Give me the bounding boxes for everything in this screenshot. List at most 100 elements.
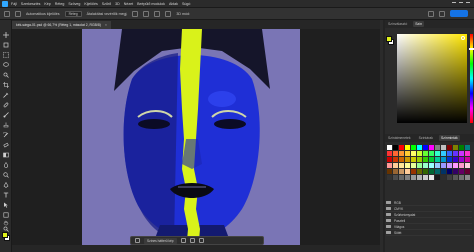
color-swatch[interactable] xyxy=(453,157,458,162)
color-swatch[interactable] xyxy=(417,175,422,180)
color-picker-marker[interactable] xyxy=(461,36,465,40)
panel-foreground-swatch[interactable] xyxy=(386,36,392,42)
auto-select-label[interactable]: Automatikus kijelölés xyxy=(26,12,60,16)
color-swatch[interactable] xyxy=(393,151,398,156)
align-left-icon[interactable] xyxy=(132,10,139,17)
color-swatch[interactable] xyxy=(423,163,428,168)
brush-tool-icon[interactable] xyxy=(3,112,9,118)
color-swatch[interactable] xyxy=(465,157,470,162)
color-swatch[interactable] xyxy=(387,157,392,162)
color-swatch[interactable] xyxy=(441,157,446,162)
healing-brush-icon[interactable] xyxy=(3,102,9,108)
color-swatch[interactable] xyxy=(459,157,464,162)
auto-select-dropdown[interactable]: Réteg xyxy=(64,10,82,17)
foreground-color-swatch[interactable] xyxy=(2,232,8,238)
type-tool-icon[interactable] xyxy=(3,192,9,198)
adjust-icon[interactable] xyxy=(189,238,195,243)
color-swatch[interactable] xyxy=(465,145,470,150)
photoshop-logo-icon[interactable] xyxy=(2,0,8,7)
menu-type[interactable]: Szöveg xyxy=(68,2,80,6)
transform-controls-label[interactable]: Átalakítási vezérlők megj. xyxy=(87,12,128,16)
more-options-icon[interactable] xyxy=(165,10,172,17)
pen-tool-icon[interactable] xyxy=(3,182,9,188)
color-swatch[interactable] xyxy=(465,151,470,156)
color-swatch[interactable] xyxy=(393,157,398,162)
color-swatch[interactable] xyxy=(399,145,404,150)
color-swatch[interactable] xyxy=(423,169,428,174)
more-icon[interactable] xyxy=(198,238,204,243)
color-swatch[interactable] xyxy=(399,157,404,162)
color-swatch[interactable] xyxy=(387,163,392,168)
eyedropper-tool-icon[interactable] xyxy=(3,92,9,98)
menu-edit[interactable]: Szerkesztés xyxy=(21,2,41,6)
menu-plugins[interactable]: Beépülő modulok xyxy=(137,2,165,6)
color-swatch[interactable] xyxy=(459,151,464,156)
color-swatch[interactable] xyxy=(405,163,410,168)
share-button[interactable] xyxy=(450,10,468,17)
color-swatch[interactable] xyxy=(387,169,392,174)
menu-window[interactable]: Ablak xyxy=(169,2,178,6)
color-swatch[interactable] xyxy=(453,175,458,180)
tab-color[interactable]: Szín xyxy=(413,21,425,27)
color-swatch[interactable] xyxy=(435,163,440,168)
color-saturation-field[interactable] xyxy=(397,34,467,123)
menu-filter[interactable]: Szűrő xyxy=(102,2,111,6)
color-swatch[interactable] xyxy=(393,169,398,174)
color-swatch[interactable] xyxy=(447,175,452,180)
color-swatch[interactable] xyxy=(417,169,422,174)
color-swatch[interactable] xyxy=(399,163,404,168)
close-window-icon[interactable] xyxy=(466,1,470,6)
color-swatch[interactable] xyxy=(459,145,464,150)
color-swatch[interactable] xyxy=(393,145,398,150)
folder-row[interactable]: Sötét xyxy=(386,230,472,236)
eraser-tool-icon[interactable] xyxy=(3,142,9,148)
color-swatch[interactable] xyxy=(429,145,434,150)
search-icon[interactable] xyxy=(428,10,434,17)
align-center-icon[interactable] xyxy=(143,10,150,17)
blur-tool-icon[interactable] xyxy=(3,162,9,168)
mask-icon[interactable] xyxy=(180,238,186,243)
artboard-tool-icon[interactable] xyxy=(3,42,9,48)
quick-select-tool-icon[interactable] xyxy=(3,72,9,78)
color-swatch[interactable] xyxy=(411,157,416,162)
move-tool-icon[interactable] xyxy=(3,32,9,38)
color-swatch[interactable] xyxy=(453,145,458,150)
color-swatch[interactable] xyxy=(417,163,422,168)
color-swatch[interactable] xyxy=(405,175,410,180)
color-swatch[interactable] xyxy=(447,151,452,156)
color-swatch[interactable] xyxy=(405,151,410,156)
color-swatch[interactable] xyxy=(405,169,410,174)
document-tab[interactable]: kék-sárga-01.psd @ 66,7% (Réteg 1, másol… xyxy=(12,21,111,29)
dodge-tool-icon[interactable] xyxy=(3,172,9,178)
color-swatch[interactable] xyxy=(411,151,416,156)
move-tool-preset-icon[interactable] xyxy=(15,10,21,17)
color-swatch[interactable] xyxy=(465,169,470,174)
color-swatch[interactable] xyxy=(387,145,392,150)
color-swatch[interactable] xyxy=(393,175,398,180)
close-tab-icon[interactable]: × xyxy=(105,23,107,27)
color-swatch[interactable] xyxy=(435,151,440,156)
clone-stamp-icon[interactable] xyxy=(3,122,9,128)
color-swatch[interactable] xyxy=(435,157,440,162)
color-swatch[interactable] xyxy=(417,145,422,150)
history-brush-icon[interactable] xyxy=(3,132,9,138)
menu-layer[interactable]: Réteg xyxy=(55,2,65,6)
color-swatch[interactable] xyxy=(393,163,398,168)
color-swatch[interactable] xyxy=(429,169,434,174)
color-swatch[interactable] xyxy=(465,163,470,168)
home-icon[interactable] xyxy=(4,10,10,17)
shape-tool-icon[interactable] xyxy=(3,212,9,218)
color-swatch[interactable] xyxy=(453,169,458,174)
color-swatch[interactable] xyxy=(417,157,422,162)
color-swatch[interactable] xyxy=(429,151,434,156)
color-swatch[interactable] xyxy=(429,157,434,162)
minimize-icon[interactable] xyxy=(452,1,456,6)
tab-swatches[interactable]: Színminták xyxy=(438,135,460,141)
color-swatch[interactable] xyxy=(435,145,440,150)
color-swatch[interactable] xyxy=(405,145,410,150)
menu-image[interactable]: Kép xyxy=(44,2,50,6)
menu-help[interactable]: Súgó xyxy=(182,2,190,6)
color-swatch[interactable] xyxy=(459,169,464,174)
color-swatch[interactable] xyxy=(447,145,452,150)
marquee-tool-icon[interactable] xyxy=(3,52,9,58)
